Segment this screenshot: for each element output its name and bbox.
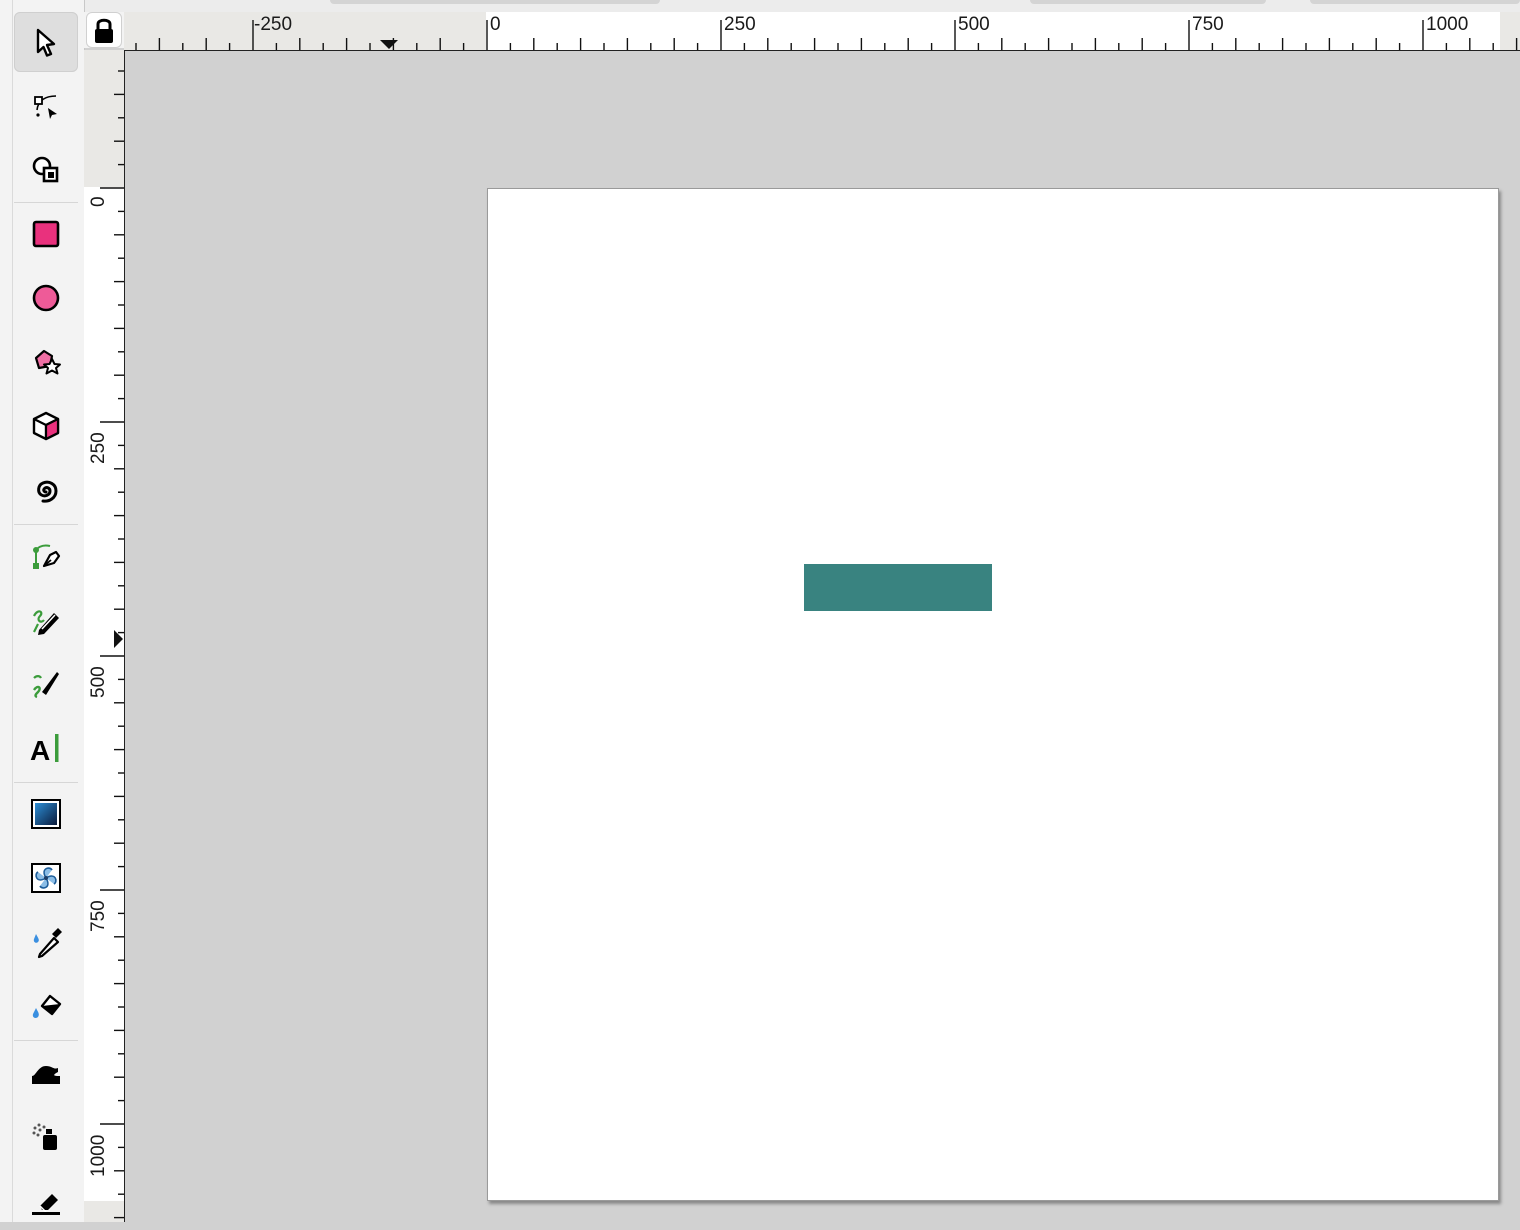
toolbox-edge: [12, 0, 13, 1222]
selector-arrow-icon: [36, 28, 56, 57]
vertical-ruler[interactable]: 0 250 500 750 1000: [84, 50, 125, 1222]
star-tool-button[interactable]: [14, 332, 78, 392]
toolbox-separator: [14, 524, 78, 525]
window-top-strip: [0, 0, 1520, 12]
tweak-tool-icon: [32, 1066, 60, 1084]
tab-strip-segment[interactable]: [1310, 0, 1520, 4]
paint-bucket-tool-icon: [32, 994, 62, 1018]
calligraphy-tool-button[interactable]: [14, 654, 78, 714]
h-ruler-label: 250: [724, 14, 756, 35]
spiral-tool-button[interactable]: [14, 460, 78, 520]
eraser-tool-button[interactable]: [14, 1170, 78, 1230]
eraser-tool-icon: [32, 1194, 60, 1215]
calligraphy-tool-icon: [33, 672, 59, 699]
dropper-tool-button[interactable]: [14, 912, 78, 972]
ellipse-tool-icon: [32, 284, 60, 312]
v-ruler-label: 750: [88, 900, 109, 932]
mesh-tool-button[interactable]: [14, 848, 78, 908]
text-tool-button[interactable]: A: [14, 718, 78, 778]
v-ruler-label: 0: [88, 196, 109, 207]
pencil-tool-button[interactable]: [14, 590, 78, 650]
rectangle-tool-icon: [32, 220, 60, 248]
lock-icon: [95, 18, 113, 43]
v-ruler-label: 250: [88, 432, 109, 464]
toolbox: A: [0, 0, 85, 1222]
node-tool-button[interactable]: [14, 76, 78, 136]
tab-strip-segment[interactable]: [1030, 0, 1266, 4]
selector-tool-button[interactable]: [14, 12, 78, 72]
3d-box-tool-icon: [32, 411, 60, 441]
h-ruler-label: 1000: [1426, 14, 1469, 35]
ellipse-tool-button[interactable]: [14, 268, 78, 328]
pencil-tool-icon: [33, 610, 59, 635]
toolbox-separator: [14, 202, 78, 203]
h-ruler-label: -250: [254, 14, 293, 35]
node-tool-icon: [34, 95, 57, 119]
spiral-tool-icon: [37, 480, 58, 503]
svg-text:A: A: [30, 735, 50, 766]
pen-tool-button[interactable]: [14, 526, 78, 586]
ruler-corner: [84, 12, 124, 48]
spray-tool-icon: [32, 1123, 57, 1150]
spray-tool-button[interactable]: [14, 1106, 78, 1166]
tab-strip-segment[interactable]: [330, 0, 660, 4]
star-polygon-tool-icon: [34, 349, 61, 375]
paint-bucket-tool-button[interactable]: [14, 976, 78, 1036]
gradient-tool-icon: [31, 799, 61, 829]
shape-builder-icon: [32, 156, 59, 183]
shape-builder-tool-button[interactable]: [14, 140, 78, 200]
h-ruler-label: 750: [1192, 14, 1224, 35]
toolbox-separator: [14, 782, 78, 783]
v-ruler-label: 500: [88, 666, 109, 698]
pointer-position-marker: [380, 40, 398, 49]
mesh-tool-icon: [31, 863, 61, 893]
text-tool-icon: A: [30, 734, 59, 766]
rectangle-tool-button[interactable]: [14, 204, 78, 264]
pen-bezier-tool-icon: [33, 544, 61, 569]
horizontal-ruler-ticks: [135, 20, 1518, 50]
vertical-ruler-ticks: [100, 70, 124, 1219]
3d-box-tool-button[interactable]: [14, 396, 78, 456]
tweak-tool-button[interactable]: [14, 1042, 78, 1102]
v-ruler-label: 1000: [88, 1134, 109, 1177]
teal-rectangle-shape[interactable]: [804, 564, 992, 611]
h-ruler-label: 500: [958, 14, 990, 35]
horizontal-ruler[interactable]: -250 0 250 500 750 1000: [124, 12, 1520, 51]
dropper-tool-icon: [33, 928, 62, 959]
ruler-lock-button[interactable]: [86, 12, 122, 48]
gradient-tool-button[interactable]: [14, 784, 78, 844]
toolbox-separator: [14, 1040, 78, 1041]
document-page[interactable]: [487, 188, 1499, 1201]
h-ruler-label: 0: [490, 14, 501, 35]
